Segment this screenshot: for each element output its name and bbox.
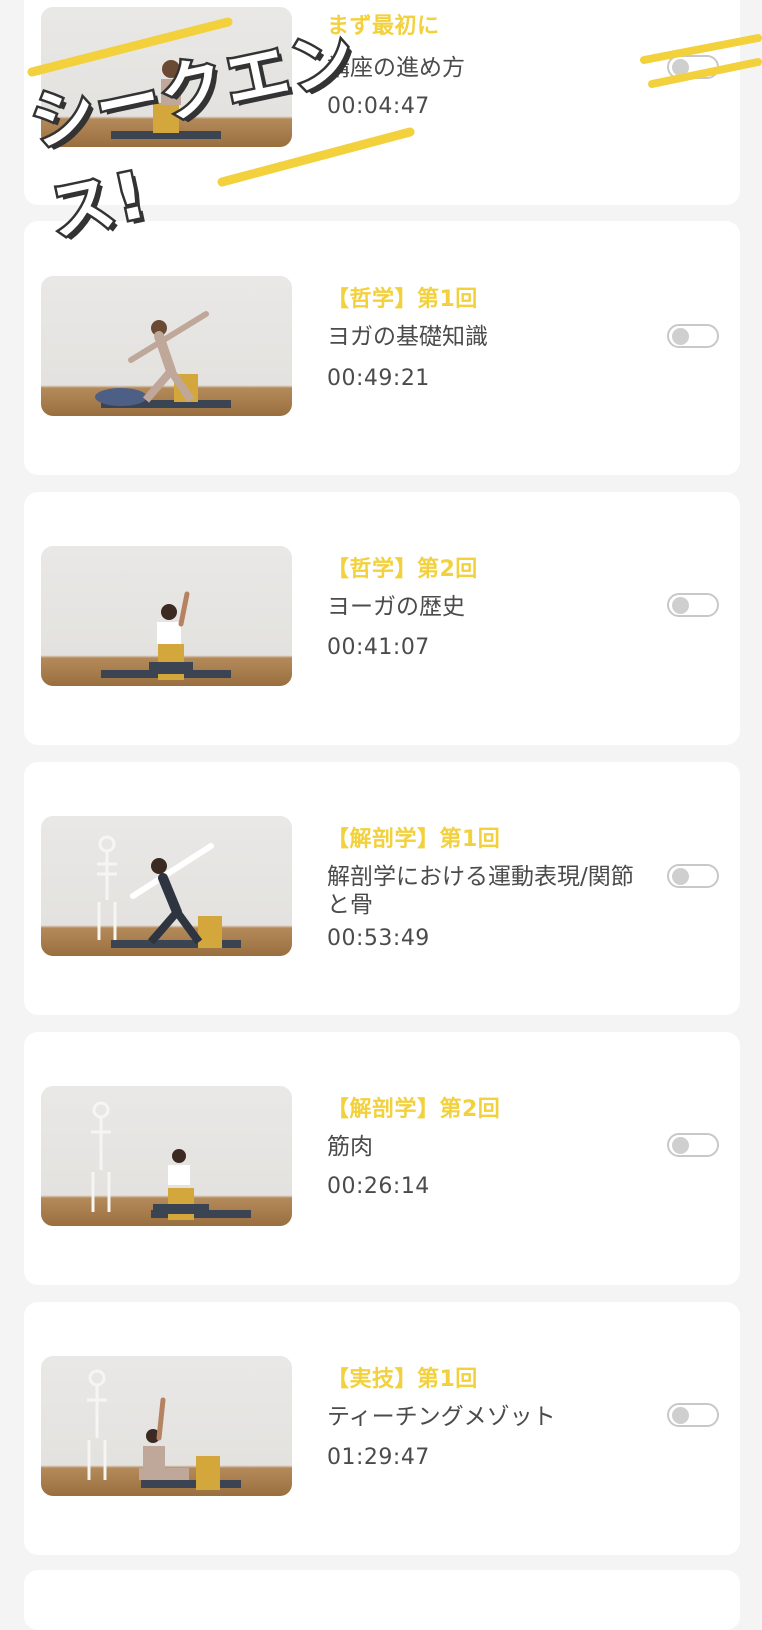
yoga-instructor-image (87, 1369, 241, 1490)
complete-toggle[interactable] (667, 1133, 719, 1157)
toggle-switch-icon (672, 597, 689, 614)
yoga-instructor-image (95, 311, 231, 408)
yoga-instructor-image (101, 591, 231, 680)
toggle-switch-icon (672, 868, 689, 885)
yoga-instructor-image (91, 1101, 251, 1220)
lesson-category: 【解剖学】第2回 (327, 1097, 501, 1122)
lesson-thumbnail[interactable] (41, 546, 292, 686)
complete-toggle[interactable] (667, 593, 719, 617)
lesson-card[interactable]: 【実技】第1回 ティーチングメゾット 01:29:47 (24, 1302, 740, 1555)
lesson-duration: 00:26:14 (327, 1174, 430, 1199)
lesson-duration: 00:49:21 (327, 366, 430, 391)
lesson-thumbnail[interactable] (41, 1086, 292, 1226)
yoga-instructor-image (111, 60, 221, 139)
lesson-title: 講座の進め方 (327, 55, 465, 81)
decor-stripes (640, 34, 762, 88)
lesson-title: 筋肉 (327, 1134, 373, 1160)
lesson-card[interactable]: まず最初に 講座の進め方 00:04:47 (24, 0, 740, 205)
lesson-category: 【哲学】第1回 (327, 287, 478, 312)
lesson-thumbnail[interactable] (41, 7, 292, 147)
lesson-card[interactable]: 【哲学】第1回 ヨガの基礎知識 00:49:21 (24, 221, 740, 475)
complete-toggle[interactable] (667, 1403, 719, 1427)
lesson-title: 解剖学における運動表現/関節と骨 (327, 864, 634, 918)
lesson-thumbnail[interactable] (41, 816, 292, 956)
lesson-duration: 00:41:07 (327, 635, 430, 660)
toggle-switch-icon (672, 1407, 689, 1424)
toggle-switch-icon (672, 328, 689, 345)
lesson-category: 【解剖学】第1回 (327, 827, 501, 852)
yoga-instructor-image (97, 835, 241, 948)
lesson-title: ティーチングメゾット (327, 1404, 556, 1430)
lesson-category: 【哲学】第2回 (327, 557, 478, 582)
complete-toggle[interactable] (667, 324, 719, 348)
lesson-duration: 00:53:49 (327, 926, 430, 951)
toggle-switch-icon (672, 1137, 689, 1154)
lesson-title: ヨガの基礎知識 (327, 324, 488, 350)
lesson-duration: 00:04:47 (327, 94, 430, 119)
lesson-card[interactable] (24, 1570, 740, 1630)
lesson-category: まず最初に (327, 14, 440, 39)
complete-toggle[interactable] (667, 864, 719, 888)
lesson-card[interactable]: 【解剖学】第1回 解剖学における運動表現/関節と骨 00:53:49 (24, 762, 740, 1015)
lesson-category: 【実技】第1回 (327, 1367, 478, 1392)
lesson-thumbnail[interactable] (41, 1356, 292, 1496)
lesson-title: ヨーガの歴史 (327, 594, 465, 620)
lesson-card[interactable]: 【解剖学】第2回 筋肉 00:26:14 (24, 1032, 740, 1285)
lesson-duration: 01:29:47 (327, 1445, 430, 1470)
lesson-thumbnail[interactable] (41, 276, 292, 416)
lesson-card[interactable]: 【哲学】第2回 ヨーガの歴史 00:41:07 (24, 492, 740, 745)
